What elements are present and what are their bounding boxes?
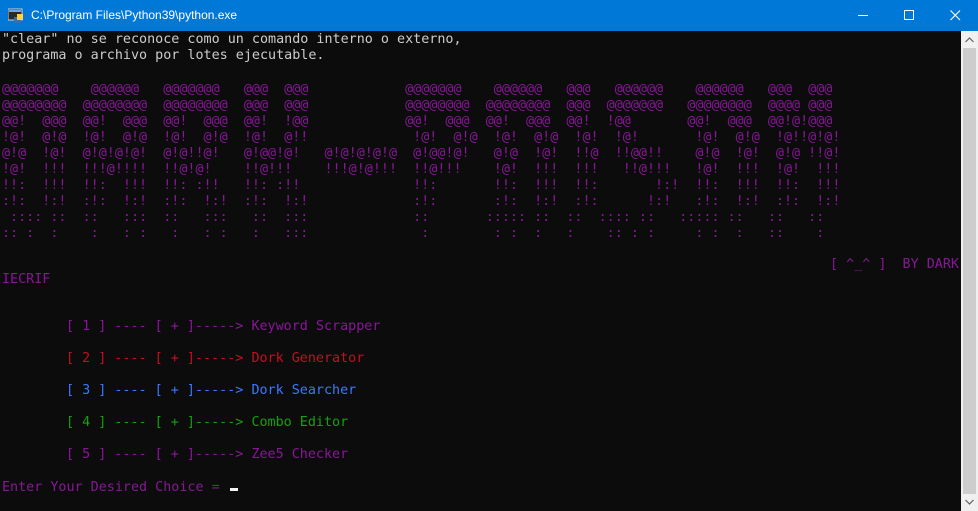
minimize-icon (858, 15, 868, 16)
window-titlebar[interactable]: C:\Program Files\Python39\python.exe (0, 0, 978, 31)
menu-option-prefix: [ 5 ] ---- [ + ]-----> (66, 447, 252, 462)
banner-line: :: : : : : : : : : : ::: : : : : : :: : … (2, 226, 825, 241)
error-line-1: "clear" no se reconoce como un comando i… (2, 32, 462, 47)
menu-option-prefix: [ 1 ] ---- [ + ]-----> (66, 319, 252, 334)
menu-option-prefix: [ 3 ] ---- [ + ]-----> (66, 383, 252, 398)
menu-option-label: Zee5 Checker (251, 447, 349, 462)
menu-option-prefix: [ 4 ] ---- [ + ]-----> (66, 415, 252, 430)
author-byline-continued: IECRIF (2, 272, 51, 287)
menu-option-3: [ 3 ] ---- [ + ]-----> Dork Searcher (66, 383, 356, 399)
menu-option-2: [ 2 ] ---- [ + ]-----> Dork Generator (66, 351, 364, 367)
window-title: C:\Program Files\Python39\python.exe (31, 8, 238, 22)
banner-line: @@@@@@@ @@@@@@ @@@@@@@ @@@ @@@ @@@@@@@ @… (2, 82, 833, 97)
banner-line: @@@@@@@@ @@@@@@@@ @@@@@@@@ @@@ @@@ @@@@@… (2, 98, 833, 113)
close-button[interactable] (932, 0, 978, 31)
maximize-button[interactable] (886, 0, 932, 31)
prompt-label: Enter Your Desired Choice = (2, 480, 228, 495)
banner-line: !!: !!! !!: !!! !!: :!! !!: :!! !!: !!: … (2, 178, 841, 193)
menu-option-label: Dork Searcher (251, 383, 357, 398)
menu-option-1: [ 1 ] ---- [ + ]-----> Keyword Scrapper (66, 319, 380, 335)
menu-option-label: Combo Editor (251, 415, 349, 430)
text-cursor (229, 488, 238, 491)
banner-line: :::: :: :: ::: :: ::: :: ::: :: ::::: ::… (2, 210, 825, 225)
menu-option-5: [ 5 ] ---- [ + ]-----> Zee5 Checker (66, 447, 348, 463)
ascii-banner: @@@@@@@ @@@@@@ @@@@@@@ @@@ @@@ @@@@@@@ @… (2, 82, 840, 242)
maximize-icon (904, 10, 914, 20)
banner-line: @@! @@@ @@! @@@ @@! @@@ @@! !@@ @@! @@@ … (2, 114, 833, 129)
menu-option-label: Keyword Scrapper (251, 319, 381, 334)
scroll-down-icon[interactable] (965, 497, 974, 507)
menu-option-label: Dork Generator (251, 351, 365, 366)
close-icon (950, 10, 961, 21)
error-line-2: programa o archivo por lotes ejecutable. (2, 48, 325, 63)
vertical-scrollbar[interactable] (961, 31, 978, 511)
minimize-button[interactable] (840, 0, 886, 31)
input-prompt[interactable]: Enter Your Desired Choice = (2, 480, 238, 496)
author-byline: [ ^_^ ] BY DARK (830, 257, 959, 272)
banner-line: !@! !!! !!!@!!!! !!@!@! !!@!!! !!!@!@!!!… (2, 162, 841, 177)
scroll-up-icon[interactable] (965, 35, 974, 45)
menu-option-4: [ 4 ] ---- [ + ]-----> Combo Editor (66, 415, 348, 431)
banner-line: @!@ !@! @!@!@!@! @!@!!@! @!@@!@! @!@!@!@… (2, 146, 841, 161)
console-output[interactable]: "clear" no se reconoce como un comando i… (0, 31, 961, 511)
menu-option-prefix: [ 2 ] ---- [ + ]-----> (66, 351, 252, 366)
python-console-icon (8, 8, 23, 23)
banner-line: !@! @!@ !@! @!@ !@! @!@ !@! @!! !@! @!@ … (2, 130, 841, 145)
scrollbar-thumb[interactable] (963, 48, 976, 494)
banner-line: :!: !:! :!: !:! :!: !:! :!: !:! :!: :!: … (2, 194, 841, 209)
